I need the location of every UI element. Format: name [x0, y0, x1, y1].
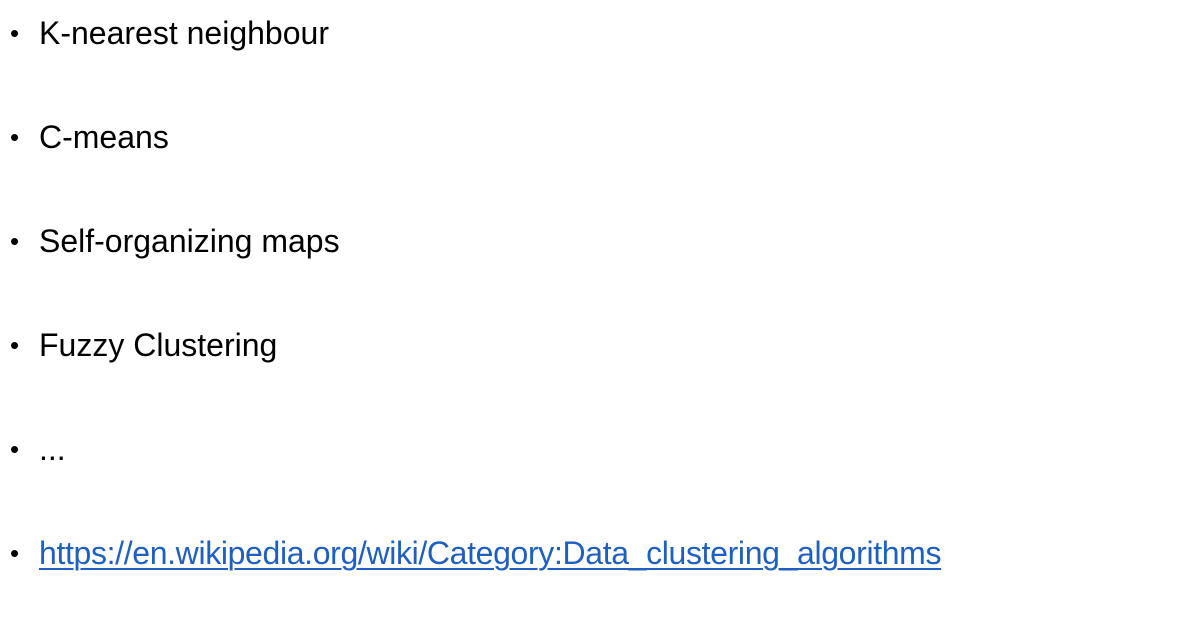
list-item: • https://en.wikipedia.org/wiki/Category…: [10, 527, 1175, 631]
list-item: • Fuzzy Clustering: [10, 319, 1175, 423]
bullet-icon: •: [10, 434, 20, 464]
list-item-text: Self-organizing maps: [39, 223, 340, 259]
list-item: • C-means: [10, 111, 1175, 215]
list-item: • Self-organizing maps: [10, 215, 1175, 319]
wikipedia-link[interactable]: https://en.wikipedia.org/wiki/Category:D…: [39, 527, 942, 579]
bullet-icon: •: [10, 226, 20, 256]
list-item: • ...: [10, 423, 1175, 527]
bullet-icon: •: [10, 122, 20, 152]
bullet-icon: •: [10, 330, 20, 360]
list-item: • K-nearest neighbour: [10, 7, 1175, 111]
list-item-text: ...: [39, 431, 66, 467]
slide: • K-nearest neighbour • C-means • Self-o…: [0, 0, 1182, 594]
list-item-text: C-means: [39, 119, 169, 155]
bullet-icon: •: [10, 18, 20, 48]
bullet-list: • K-nearest neighbour • C-means • Self-o…: [10, 7, 1175, 631]
list-item-text: Fuzzy Clustering: [39, 327, 278, 363]
bullet-icon: •: [10, 538, 20, 568]
list-item-text: K-nearest neighbour: [39, 15, 329, 51]
